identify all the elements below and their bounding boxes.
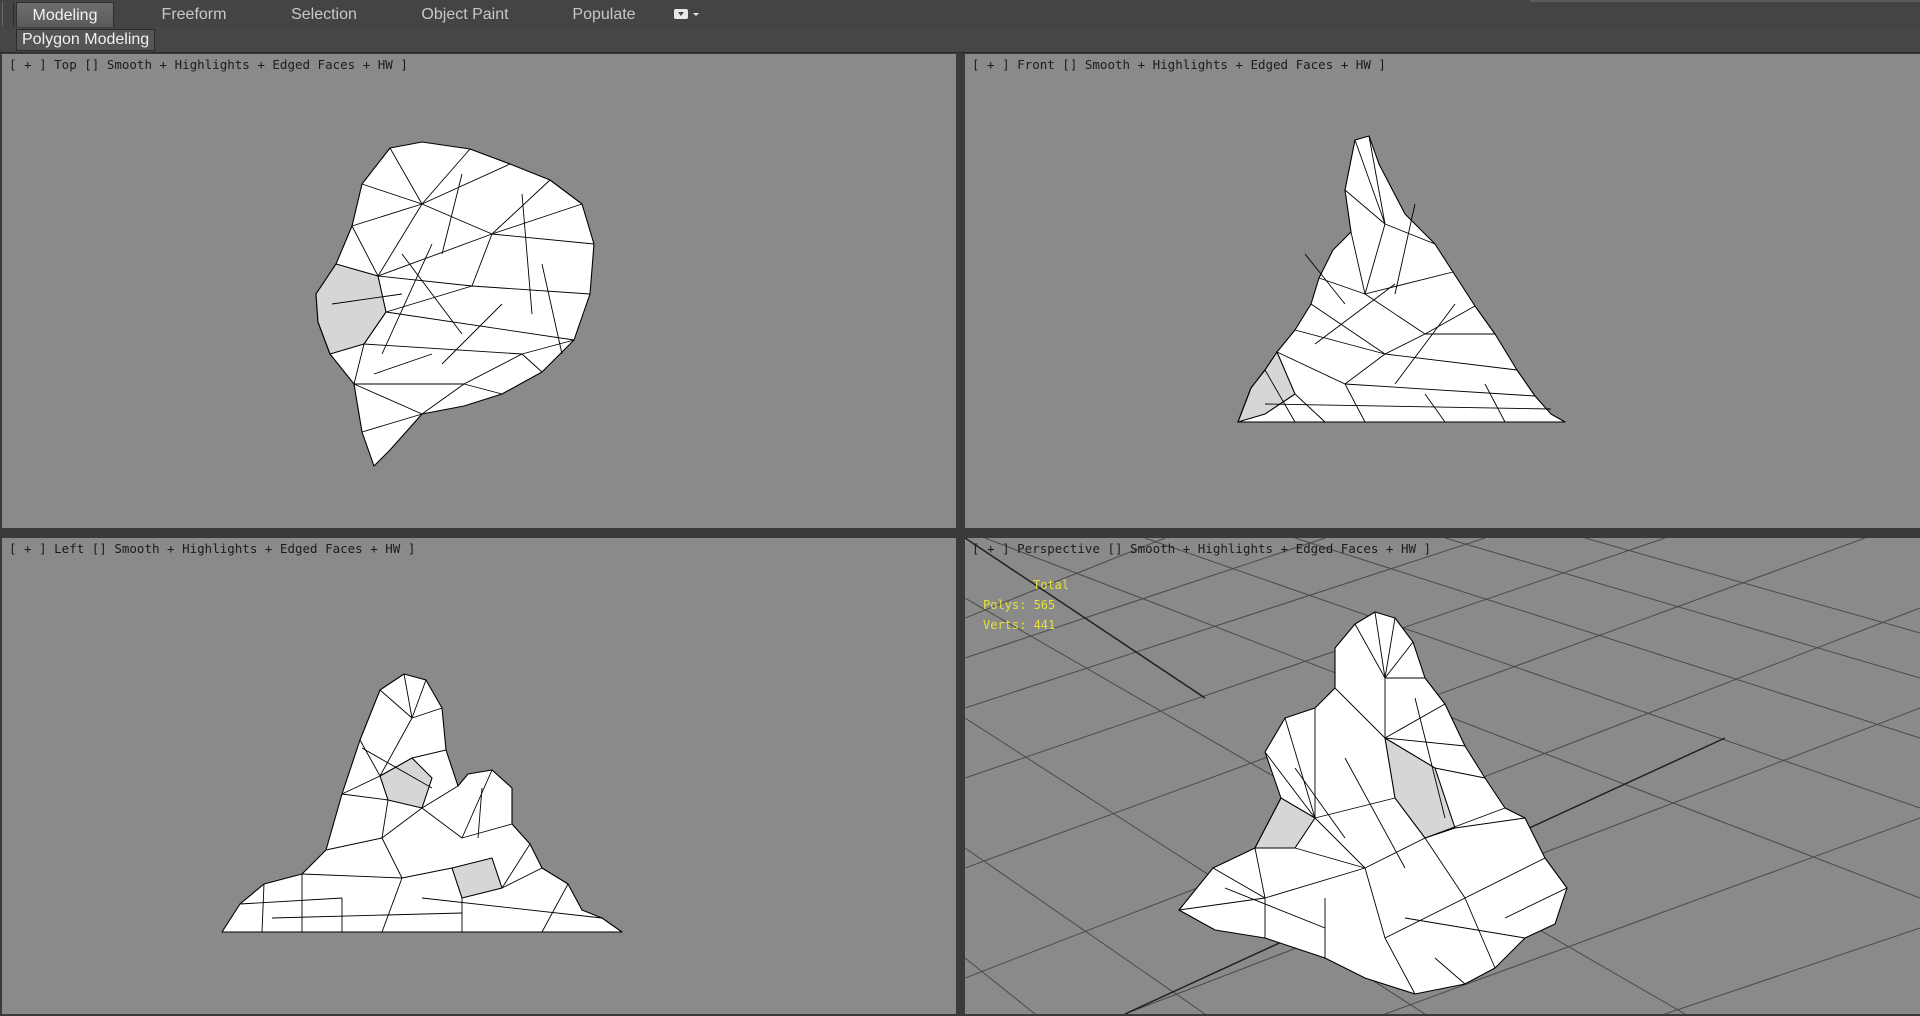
rock-mesh-left [221,673,623,933]
tab-freeform[interactable]: Freeform [146,2,242,26]
rock-mesh-top [315,141,595,467]
tab-populate[interactable]: Populate [556,2,652,26]
tab-modeling[interactable]: Modeling [16,2,114,27]
rock-mesh-front [1237,135,1566,423]
viewport-left[interactable]: [ + ] Left [] Smooth + Highlights + Edge… [2,538,956,1014]
ribbon-panel-bar: Polygon Modeling [0,28,1920,53]
polygon-modeling-button[interactable]: Polygon Modeling [16,29,156,51]
rock-mesh-perspective [1178,611,1568,995]
ribbon-grip-handle[interactable] [2,2,14,26]
ribbon-tab-bar: Modeling Freeform Selection Object Paint… [0,0,1920,29]
ribbon-top-divider [1530,0,1920,2]
tab-object-paint[interactable]: Object Paint [410,2,520,26]
viewport-front[interactable]: [ + ] Front [] Smooth + Highlights + Edg… [965,54,1920,528]
tab-selection[interactable]: Selection [276,2,372,26]
viewport-perspective[interactable]: [ + ] Perspective [] Smooth + Highlights… [965,538,1920,1014]
panel-options-dropdown[interactable] [672,6,704,22]
viewport-top[interactable]: [ + ] Top [] Smooth + Highlights + Edged… [2,54,956,528]
panel-options-icon [674,9,699,19]
